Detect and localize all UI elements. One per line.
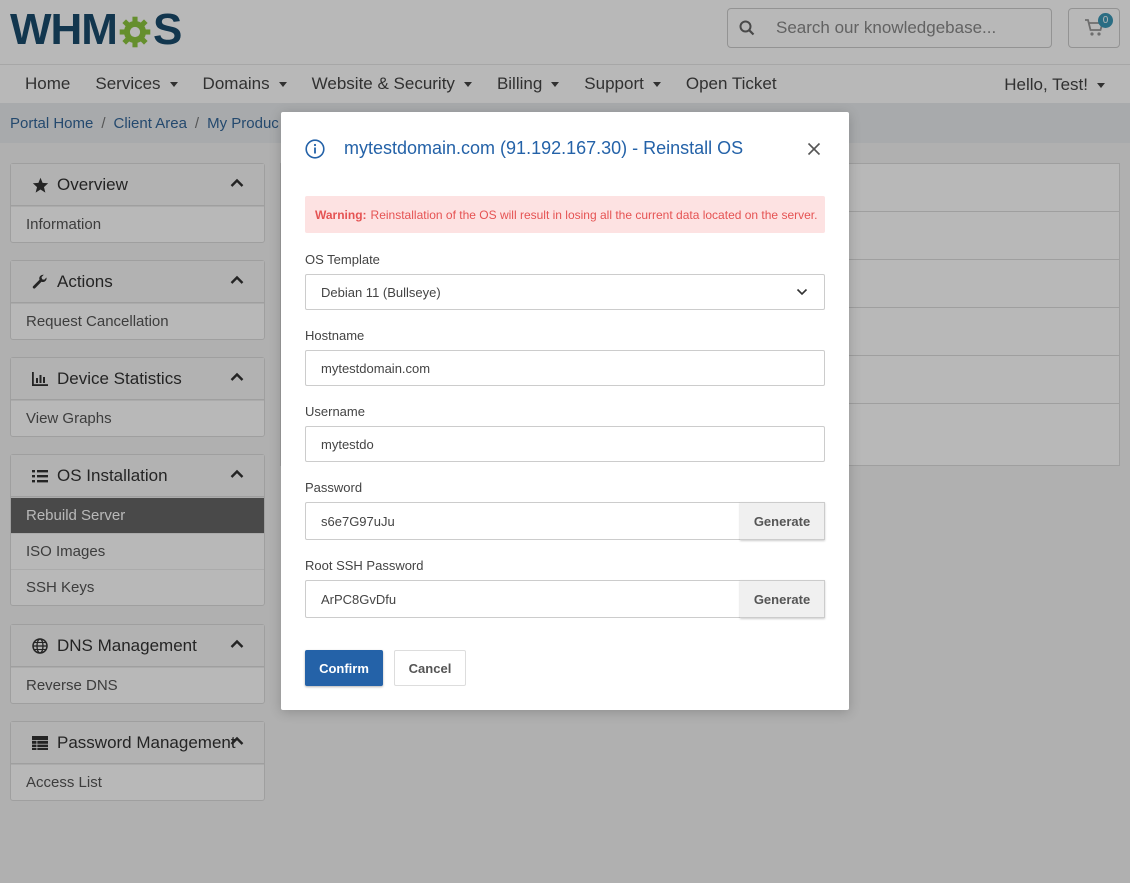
password-value: s6e7G97uJu <box>321 513 395 529</box>
confirm-button[interactable]: Confirm <box>305 650 383 686</box>
warning-text: Reinstallation of the OS will result in … <box>370 207 818 222</box>
password-field[interactable]: s6e7G97uJu <box>305 502 741 540</box>
hostname-label: Hostname <box>305 328 365 343</box>
password-label: Password <box>305 480 363 495</box>
modal-title: mytestdomain.com (91.192.167.30) - Reins… <box>305 138 743 159</box>
close-icon[interactable] <box>807 142 821 156</box>
root-ssh-password-value: ArPC8GvDfu <box>321 591 397 607</box>
chevron-down-icon <box>796 288 808 296</box>
username-value: mytestdo <box>321 436 374 452</box>
generate-password-button[interactable]: Generate <box>740 502 825 540</box>
hostname-value: mytestdomain.com <box>321 360 431 376</box>
username-field[interactable]: mytestdo <box>305 426 825 462</box>
warning-label: Warning: <box>315 207 367 222</box>
generate-root-password-button[interactable]: Generate <box>740 580 825 618</box>
cancel-button[interactable]: Cancel <box>394 650 466 686</box>
modal-title-text: mytestdomain.com (91.192.167.30) - Reins… <box>344 138 744 158</box>
info-icon <box>305 138 325 159</box>
root-ssh-password-field[interactable]: ArPC8GvDfu <box>305 580 741 618</box>
root-ssh-password-label: Root SSH Password <box>305 558 424 573</box>
reinstall-os-modal: mytestdomain.com (91.192.167.30) - Reins… <box>281 112 849 710</box>
os-template-value: Debian 11 (Bullseye) <box>321 284 441 300</box>
os-template-select[interactable]: Debian 11 (Bullseye) <box>305 274 825 310</box>
warning-alert: Warning: Reinstallation of the OS will r… <box>305 196 825 233</box>
os-template-label: OS Template <box>305 252 380 267</box>
username-label: Username <box>305 404 365 419</box>
hostname-field[interactable]: mytestdomain.com <box>305 350 825 386</box>
